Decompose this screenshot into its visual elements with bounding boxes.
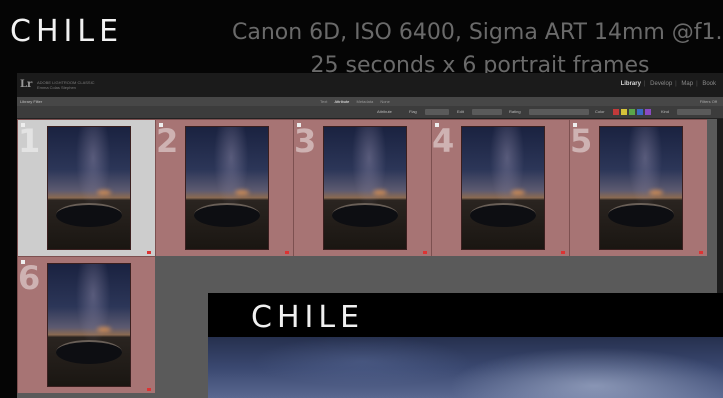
lake-shape [194,202,260,227]
kind-label: Kind [661,109,670,114]
filter-tabs: Text Attribute Metadata None [317,99,393,104]
flag-icon [147,388,151,391]
grid-cell-6[interactable]: 6 [17,256,155,393]
flag-filter-buttons[interactable] [425,109,449,115]
grid-cell-1[interactable]: 1 [17,119,155,256]
module-develop[interactable]: Develop [647,81,675,87]
module-library[interactable]: Library [618,81,644,87]
grid-cell-5[interactable]: 5 [569,119,707,256]
attribute-toolbar: Attribute Flag Edit Rating Color Kind [17,106,723,119]
filter-preset-dropdown[interactable]: Filters Off [700,99,717,104]
grid-cell-2[interactable]: 2 [155,119,293,256]
identity-plate-line2: Emma Colas Stephen [37,85,76,90]
lake-shape [608,202,674,227]
identity-plate-bar: Lr ADOBE LIGHTROOM CLASSIC Emma Colas St… [17,73,723,97]
rating-label: Rating [509,109,521,114]
flag-icon [561,251,565,254]
horizon-glow [373,190,388,196]
horizon-glow [97,327,112,333]
grid-cell-3[interactable]: 3 [293,119,431,256]
cell-index-number: 6 [18,259,41,297]
camera-settings-caption: Canon 6D, ISO 6400, Sigma ART 14mm @f1.8 [232,20,723,45]
page-title: CHILE [10,14,124,49]
grid-cell-4[interactable]: 4 [431,119,569,256]
photo-thumbnail[interactable] [323,126,407,250]
purple-label-swatch[interactable] [645,109,651,115]
edit-label: Edit [457,109,464,114]
filter-tab-metadata[interactable]: Metadata [354,99,377,104]
photo-thumbnail[interactable] [47,126,131,250]
module-divider: | [643,81,646,87]
lake-shape [332,202,398,227]
photo-thumbnail[interactable] [185,126,269,250]
photo-thumbnail[interactable] [599,126,683,250]
module-picker: Library | Develop | Map | Book [618,81,719,87]
horizon-glow [235,190,250,196]
green-label-swatch[interactable] [629,109,635,115]
attribute-label: Attribute [377,109,392,114]
lake-shape [56,202,122,227]
filter-tab-text[interactable]: Text [317,99,330,104]
library-filter-label: Library Filter [20,99,43,104]
cell-index-number: 2 [156,122,179,160]
flag-label: Flag [409,109,417,114]
red-label-swatch[interactable] [613,109,619,115]
edit-filter-buttons[interactable] [472,109,502,115]
horizon-glow [97,190,112,196]
lake-shape [470,202,536,227]
cell-index-number: 3 [294,122,317,160]
flag-icon [147,251,151,254]
cell-index-number: 1 [18,122,41,160]
horizon-glow [511,190,526,196]
photo-thumbnail[interactable] [47,263,131,387]
preview-title: CHILE [251,300,365,335]
filter-tab-none[interactable]: None [377,99,393,104]
flag-icon [285,251,289,254]
panorama-image [208,337,723,398]
lightroom-logo: Lr [20,79,33,90]
yellow-label-swatch[interactable] [621,109,627,115]
module-map[interactable]: Map [678,81,696,87]
flag-icon [699,251,703,254]
library-filter-bar: Library Filter Text Attribute Metadata N… [17,97,723,106]
filter-tab-attribute[interactable]: Attribute [331,99,352,104]
rating-filter-stars[interactable] [529,109,589,115]
module-book[interactable]: Book [699,81,719,87]
cell-index-number: 5 [570,122,593,160]
kind-filter-buttons[interactable] [677,109,711,115]
blue-label-swatch[interactable] [637,109,643,115]
color-label: Color [595,109,605,114]
cell-index-number: 4 [432,122,455,160]
flag-icon [423,251,427,254]
photo-thumbnail[interactable] [461,126,545,250]
module-divider: | [696,81,698,87]
lake-shape [56,339,122,364]
final-panorama-preview: CHILE [208,293,723,398]
module-divider: | [675,81,677,87]
horizon-glow [649,190,664,196]
